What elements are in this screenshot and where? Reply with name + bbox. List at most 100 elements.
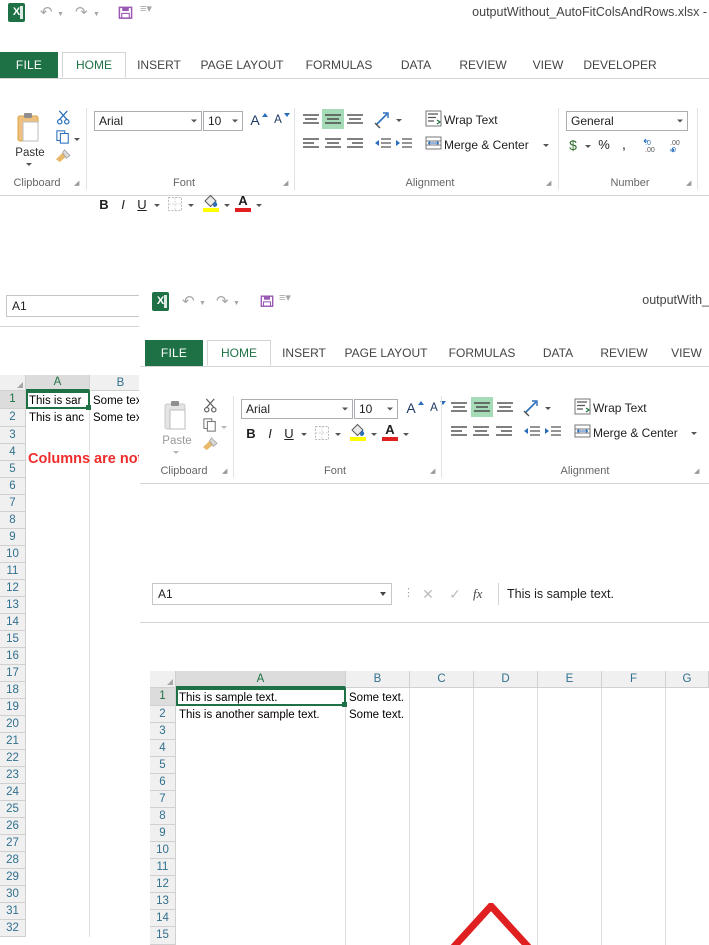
col-header-G[interactable]: G bbox=[666, 671, 709, 688]
row-header-3[interactable]: 3 bbox=[150, 723, 176, 740]
currency-dropdown-icon[interactable] bbox=[585, 145, 591, 148]
undo-icon[interactable]: ↶ bbox=[40, 5, 53, 20]
cell-B2[interactable]: Some text. bbox=[347, 706, 409, 723]
tab-file[interactable]: FILE bbox=[0, 52, 58, 78]
copy-icon[interactable] bbox=[203, 418, 217, 432]
col-header-D[interactable]: D bbox=[474, 671, 538, 688]
row-header-3[interactable]: 3 bbox=[0, 427, 26, 444]
paste-icon[interactable] bbox=[160, 399, 194, 433]
customize-qat-icon[interactable]: ≡▾ bbox=[140, 4, 152, 15]
format-painter-icon[interactable] bbox=[202, 436, 219, 451]
tab-developer[interactable]: DEVELOPER bbox=[578, 52, 662, 78]
underline-button[interactable]: U bbox=[134, 197, 150, 212]
bold-button[interactable]: B bbox=[96, 197, 112, 212]
row-header-27[interactable]: 27 bbox=[0, 835, 26, 852]
underline-dropdown-icon[interactable] bbox=[301, 433, 307, 436]
row-header-16[interactable]: 16 bbox=[0, 648, 26, 665]
wrap-text-label[interactable]: Wrap Text bbox=[593, 401, 673, 415]
tab-file[interactable]: FILE bbox=[145, 340, 203, 366]
row-header-10[interactable]: 10 bbox=[0, 546, 26, 563]
increase-indent-icon[interactable] bbox=[395, 137, 413, 151]
alignment-dialog-launcher[interactable]: ◢ bbox=[694, 467, 699, 475]
paste-label[interactable]: Paste bbox=[5, 147, 55, 159]
row-header-2[interactable]: 2 bbox=[0, 409, 26, 427]
row-header-30[interactable]: 30 bbox=[0, 886, 26, 903]
font-dialog-launcher[interactable]: ◢ bbox=[283, 179, 288, 187]
undo-dropdown-icon[interactable]: ▼ bbox=[57, 11, 64, 18]
font-dialog-launcher[interactable]: ◢ bbox=[430, 467, 435, 475]
tab-data[interactable]: DATA bbox=[390, 52, 442, 78]
row-header-4[interactable]: 4 bbox=[150, 740, 176, 757]
font-size-dropdown-icon[interactable] bbox=[232, 120, 238, 123]
row-header-15[interactable]: 15 bbox=[150, 927, 176, 945]
col-header-A[interactable]: A bbox=[176, 671, 346, 688]
row-header-21[interactable]: 21 bbox=[0, 733, 26, 750]
paste-icon[interactable] bbox=[13, 111, 47, 145]
row-header-29[interactable]: 29 bbox=[0, 869, 26, 886]
font-color-dropdown-icon[interactable] bbox=[256, 204, 262, 207]
row-header-10[interactable]: 10 bbox=[150, 842, 176, 859]
copy-dropdown-icon[interactable] bbox=[221, 426, 227, 429]
borders-dropdown-icon[interactable] bbox=[335, 433, 341, 436]
row-header-6[interactable]: 6 bbox=[150, 774, 176, 791]
clipboard-dialog-launcher[interactable]: ◢ bbox=[74, 179, 79, 187]
align-left-icon[interactable] bbox=[450, 425, 468, 439]
align-right-icon[interactable] bbox=[495, 425, 513, 439]
cancel-icon[interactable]: ✕ bbox=[418, 586, 438, 603]
tab-view[interactable]: VIEW bbox=[524, 52, 572, 78]
decrease-indent-icon[interactable] bbox=[523, 425, 541, 439]
wrap-text-icon[interactable] bbox=[425, 110, 442, 127]
formula-input[interactable]: This is sample text. bbox=[498, 583, 709, 605]
grow-font-button[interactable]: A bbox=[248, 112, 262, 128]
tab-page-layout[interactable]: PAGE LAYOUT bbox=[196, 52, 288, 78]
paste-dropdown-icon[interactable] bbox=[26, 163, 32, 166]
merge-center-icon[interactable] bbox=[574, 423, 591, 439]
row-header-14[interactable]: 14 bbox=[0, 614, 26, 631]
merge-center-label[interactable]: Merge & Center bbox=[593, 426, 693, 440]
align-left-icon[interactable] bbox=[302, 137, 320, 151]
row-header-2[interactable]: 2 bbox=[150, 706, 176, 723]
row-header-5[interactable]: 5 bbox=[150, 757, 176, 774]
alignment-dialog-launcher[interactable]: ◢ bbox=[546, 179, 551, 187]
tab-formulas[interactable]: FORMULAS bbox=[300, 52, 378, 78]
row-header-12[interactable]: 12 bbox=[0, 580, 26, 597]
save-icon[interactable] bbox=[118, 5, 133, 20]
clipboard-dialog-launcher[interactable]: ◢ bbox=[222, 467, 227, 475]
row-header-28[interactable]: 28 bbox=[0, 852, 26, 869]
enter-icon[interactable]: ✓ bbox=[445, 586, 465, 603]
row-header-8[interactable]: 8 bbox=[0, 512, 26, 529]
row-header-9[interactable]: 9 bbox=[0, 529, 26, 546]
row-header-5[interactable]: 5 bbox=[0, 461, 26, 478]
cell-A2[interactable]: This is anc bbox=[27, 409, 89, 426]
row-header-13[interactable]: 13 bbox=[0, 597, 26, 614]
tab-review[interactable]: REVIEW bbox=[452, 52, 514, 78]
cell-B1[interactable]: Some text. bbox=[347, 689, 409, 706]
redo-icon[interactable]: ↷ bbox=[216, 294, 229, 309]
borders-dropdown-icon[interactable] bbox=[188, 204, 194, 207]
fill-color-icon[interactable] bbox=[202, 193, 220, 212]
row-header-22[interactable]: 22 bbox=[0, 750, 26, 767]
tab-page-layout[interactable]: PAGE LAYOUT bbox=[340, 340, 432, 366]
fill-color-icon[interactable] bbox=[349, 422, 367, 441]
decrease-indent-icon[interactable] bbox=[374, 137, 392, 151]
tab-view[interactable]: VIEW bbox=[664, 340, 709, 366]
tab-formulas[interactable]: FORMULAS bbox=[443, 340, 521, 366]
redo-icon[interactable]: ↷ bbox=[75, 5, 88, 20]
orientation-icon[interactable] bbox=[374, 111, 392, 129]
inner-sheet-grid[interactable]: A B C D E F G 1 2 3 4 5 6 7 8 9 10 11 12… bbox=[140, 671, 709, 945]
redo-dropdown-icon[interactable]: ▼ bbox=[233, 300, 240, 307]
comma-button[interactable]: , bbox=[618, 136, 630, 152]
font-name-dropdown-icon[interactable] bbox=[342, 408, 348, 411]
align-bottom-icon[interactable] bbox=[346, 113, 364, 127]
orientation-icon[interactable] bbox=[523, 399, 541, 417]
borders-icon[interactable] bbox=[315, 426, 329, 440]
font-size-combo[interactable]: 10 bbox=[203, 111, 243, 131]
row-header-19[interactable]: 19 bbox=[0, 699, 26, 716]
row-header-20[interactable]: 20 bbox=[0, 716, 26, 733]
orientation-dropdown-icon[interactable] bbox=[396, 119, 402, 122]
format-painter-icon[interactable] bbox=[55, 148, 72, 163]
grow-font-button[interactable]: A bbox=[404, 400, 418, 416]
italic-button[interactable]: I bbox=[262, 426, 278, 441]
col-header-E[interactable]: E bbox=[538, 671, 602, 688]
row-header-7[interactable]: 7 bbox=[150, 791, 176, 808]
